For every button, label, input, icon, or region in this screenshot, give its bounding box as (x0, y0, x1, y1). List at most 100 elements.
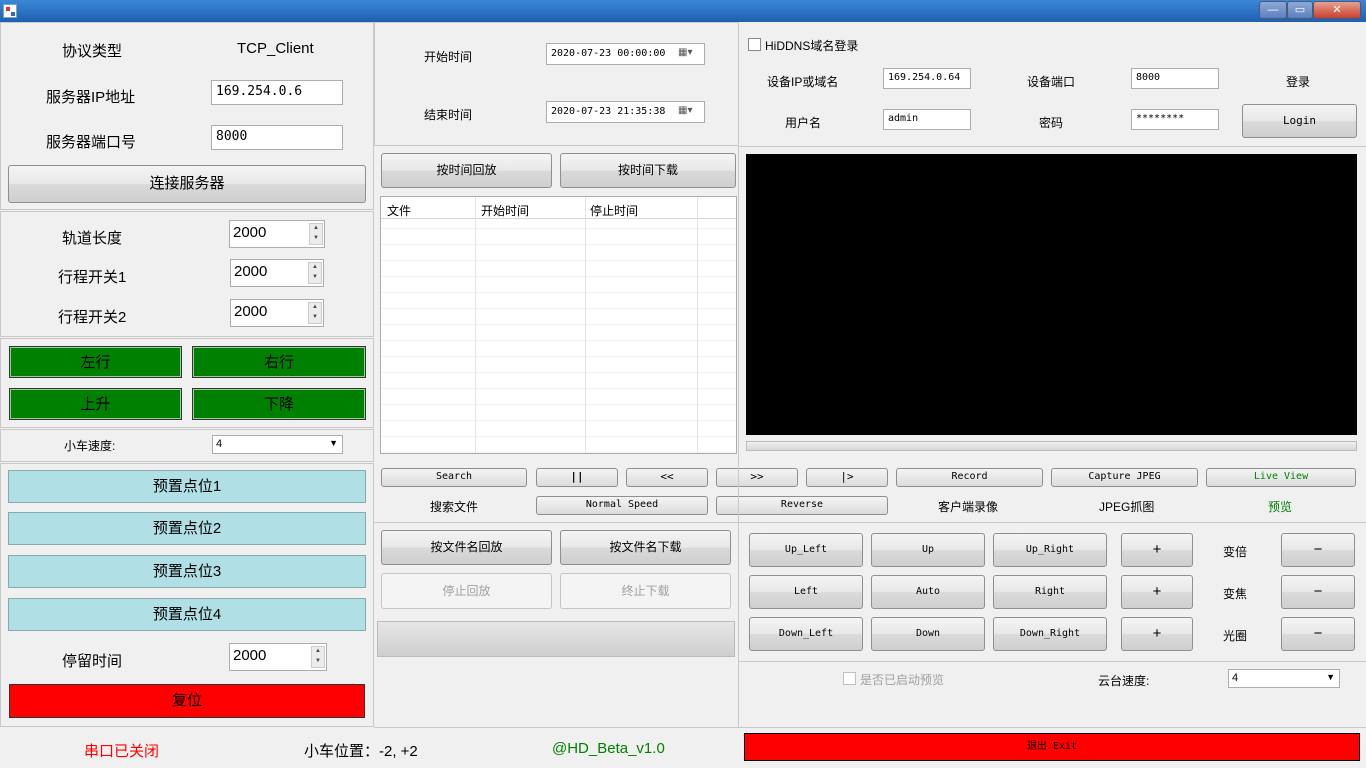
zoom-in-button[interactable]: + (1121, 533, 1193, 567)
step-button[interactable]: |> (806, 468, 888, 487)
car-speed-value: 4 (216, 438, 223, 450)
ptz-right-button[interactable]: Right (993, 575, 1107, 609)
ptz-up-left-button[interactable]: Up_Left (749, 533, 863, 567)
preview-started-checkbox[interactable] (843, 672, 856, 685)
search-button[interactable]: Search (381, 468, 527, 487)
start-time-picker[interactable]: 2020-07-23 00:00:00 ▦▾ (546, 43, 705, 65)
play-by-time-button[interactable]: 按时间回放 (381, 153, 552, 188)
server-port-input[interactable]: 8000 (211, 125, 343, 150)
switch1-stepper[interactable]: 2000 ▲ ▼ (230, 259, 324, 287)
app-icon (3, 4, 17, 18)
column-start-time[interactable]: 开始时间 (481, 202, 529, 219)
protocol-value: TCP_Client (237, 40, 314, 57)
end-time-picker[interactable]: 2020-07-23 21:35:38 ▦▾ (546, 101, 705, 123)
move-right-button[interactable]: 右行 (192, 346, 366, 378)
dwell-time-value: 2000 (233, 647, 267, 664)
focus-in-button[interactable]: + (1121, 575, 1193, 609)
username-input[interactable]: admin (883, 109, 971, 130)
track-length-stepper[interactable]: 2000 ▲ ▼ (229, 220, 325, 248)
stepper-arrows-icon[interactable]: ▲ ▼ (311, 646, 325, 668)
preview-started-label: 是否已启动预览 (860, 673, 945, 687)
preset-1-button[interactable]: 预置点位1 (8, 470, 366, 503)
stepper-arrows-icon[interactable]: ▲ ▼ (308, 262, 322, 284)
file-list[interactable]: 文件 开始时间 停止时间 (380, 196, 737, 454)
column-stop-time[interactable]: 停止时间 (590, 202, 638, 219)
column-divider (475, 197, 476, 453)
server-ip-input[interactable]: 169.254.0.6 (211, 80, 343, 105)
live-view-button[interactable]: Live View (1206, 468, 1356, 487)
protocol-label: 协议类型 (62, 43, 123, 60)
play-by-name-button[interactable]: 按文件名回放 (381, 530, 552, 565)
switch2-stepper[interactable]: 2000 ▲ ▼ (230, 299, 324, 327)
slow-button[interactable]: << (626, 468, 708, 487)
ptz-speed-value: 4 (1232, 672, 1239, 684)
focus-label: 变焦 (1223, 587, 1248, 601)
download-progress-bar (377, 621, 735, 657)
calendar-icon[interactable]: ▦▾ (678, 105, 692, 116)
reverse-button[interactable]: Reverse (716, 496, 888, 515)
ptz-down-left-button[interactable]: Down_Left (749, 617, 863, 651)
normal-speed-button[interactable]: Normal Speed (536, 496, 708, 515)
preset-4-button[interactable]: 预置点位4 (8, 598, 366, 631)
record-button[interactable]: Record (896, 468, 1043, 487)
ptz-speed-select[interactable]: 4 ▼ (1228, 669, 1340, 688)
ptz-auto-button[interactable]: Auto (871, 575, 985, 609)
calendar-icon[interactable]: ▦▾ (678, 47, 692, 58)
search-file-caption: 搜索文件 (430, 500, 479, 514)
iris-open-button[interactable]: + (1121, 617, 1193, 651)
ptz-up-right-button[interactable]: Up_Right (993, 533, 1107, 567)
divider (738, 22, 739, 727)
column-divider (585, 197, 586, 453)
video-preview[interactable] (746, 154, 1357, 435)
track-length-label: 轨道长度 (62, 230, 123, 247)
ptz-up-button[interactable]: Up (871, 533, 985, 567)
maximize-button[interactable]: ▭ (1287, 1, 1313, 19)
column-divider (697, 197, 698, 453)
close-button[interactable]: ✕ (1313, 1, 1361, 19)
zoom-out-button[interactable]: − (1281, 533, 1355, 567)
ptz-left-button[interactable]: Left (749, 575, 863, 609)
video-scrollbar[interactable] (746, 441, 1357, 451)
preset-2-button[interactable]: 预置点位2 (8, 512, 366, 545)
device-port-input[interactable]: 8000 (1131, 68, 1219, 89)
dwell-time-label: 停留时间 (62, 653, 123, 670)
jpeg-capture-caption: JPEG抓图 (1099, 500, 1155, 514)
car-speed-label: 小车速度: (64, 439, 116, 453)
ddns-checkbox[interactable] (748, 38, 761, 51)
minimize-button[interactable]: — (1259, 1, 1287, 19)
preset-3-button[interactable]: 预置点位3 (8, 555, 366, 588)
dwell-time-stepper[interactable]: 2000 ▲ ▼ (229, 643, 327, 671)
live-view-caption: 预览 (1268, 500, 1293, 514)
stepper-arrows-icon[interactable]: ▲ ▼ (309, 223, 323, 245)
download-by-time-button[interactable]: 按时间下载 (560, 153, 736, 188)
switch1-value: 2000 (234, 263, 268, 280)
capture-jpeg-button[interactable]: Capture JPEG (1051, 468, 1198, 487)
ptz-down-button[interactable]: Down (871, 617, 985, 651)
pause-button[interactable]: || (536, 468, 618, 487)
exit-button[interactable]: 退出 Exit (744, 733, 1360, 761)
focus-out-button[interactable]: − (1281, 575, 1355, 609)
divider (739, 661, 1366, 662)
track-length-value: 2000 (233, 224, 267, 241)
stop-download-button[interactable]: 终止下载 (560, 573, 731, 609)
device-ip-input[interactable]: 169.254.0.64 (883, 68, 971, 89)
stop-playback-button[interactable]: 停止回放 (381, 573, 552, 609)
time-range-panel (374, 22, 739, 146)
fast-button[interactable]: >> (716, 468, 798, 487)
client-record-caption: 客户端录像 (938, 500, 999, 514)
download-by-name-button[interactable]: 按文件名下载 (560, 530, 731, 565)
reset-button[interactable]: 复位 (9, 684, 365, 718)
switch2-label: 行程开关2 (58, 309, 127, 326)
column-file[interactable]: 文件 (387, 202, 411, 219)
connect-server-button[interactable]: 连接服务器 (8, 165, 366, 203)
ptz-down-right-button[interactable]: Down_Right (993, 617, 1107, 651)
move-down-button[interactable]: 下降 (192, 388, 366, 420)
divider (374, 522, 739, 523)
move-left-button[interactable]: 左行 (9, 346, 182, 378)
stepper-arrows-icon[interactable]: ▲ ▼ (308, 302, 322, 324)
password-input[interactable]: ******** (1131, 109, 1219, 130)
move-up-button[interactable]: 上升 (9, 388, 182, 420)
iris-close-button[interactable]: − (1281, 617, 1355, 651)
car-speed-select[interactable]: 4 ▼ (212, 435, 343, 454)
login-button[interactable]: Login (1242, 104, 1357, 138)
